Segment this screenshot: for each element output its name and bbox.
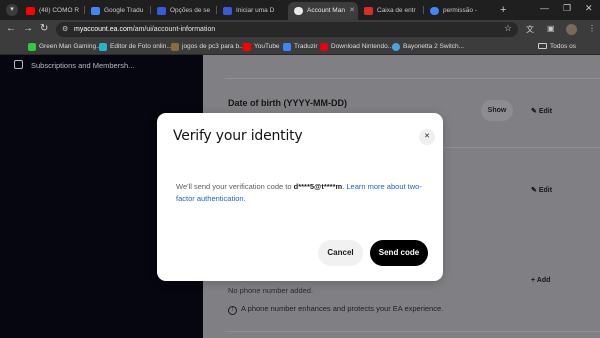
no-phone-text: No phone number added. [228, 286, 314, 295]
bookmark-nintendo[interactable]: Download Nintendo... [320, 39, 393, 54]
extensions-icon[interactable]: ▣ [547, 24, 555, 33]
photo-editor-icon [99, 43, 107, 51]
show-dob-button[interactable]: Show [481, 100, 513, 121]
green-man-gaming-icon [28, 43, 36, 51]
tab-title: Iniciar uma D [236, 7, 275, 14]
verify-identity-dialog: Verify your identity ✕ We'll send your v… [157, 113, 443, 281]
close-icon[interactable]: ✕ [419, 129, 435, 145]
bookmark-pc-games[interactable]: jogos de pc3 para b... [171, 39, 245, 54]
close-tab-icon[interactable]: ✕ [349, 2, 355, 20]
dob-label: Date of birth (YYYY-MM-DD) [228, 98, 347, 108]
tab-start[interactable]: Iniciar uma D [217, 2, 281, 20]
restore-icon[interactable]: ❐ [563, 3, 571, 14]
bookmark-bayonetta[interactable]: Bayonetta 2 Switch... [392, 39, 464, 54]
youtube-icon [243, 43, 251, 51]
tab-title: permissão - [443, 7, 477, 14]
tab-search-icon[interactable]: ▾ [6, 4, 18, 16]
address-bar[interactable]: ⚙ myaccount.ea.com/am/ui/account-informa… [56, 22, 518, 37]
phone-info-text: ! A phone number enhances and protects yo… [228, 304, 443, 315]
site-info-icon[interactable]: ⚙ [62, 25, 68, 33]
menu-icon[interactable]: ⋮ [588, 24, 596, 33]
google-translate-icon [283, 43, 291, 51]
dialog-message: We'll send your verification code to d**… [176, 182, 422, 203]
tab-title: Caixa de entr [377, 7, 416, 14]
tab-title: Account Man [307, 7, 345, 14]
add-phone-button[interactable]: + Add [531, 277, 550, 284]
browser-toolbar: ← → ↻ ⚙ myaccount.ea.com/am/ui/account-i… [0, 20, 600, 39]
divider [225, 78, 600, 79]
google-icon [430, 7, 439, 15]
tab-youtube[interactable]: (48) COMO R [20, 2, 84, 20]
sidebar-item-subscriptions[interactable]: Subscriptions and Membersh... [14, 60, 134, 72]
tab-options[interactable]: Opções de se [151, 2, 215, 20]
tab-google-translate[interactable]: Google Tradu [85, 2, 149, 20]
bookmark-star-icon[interactable]: ☆ [504, 23, 512, 34]
tab-account-manager[interactable]: Account Man ✕ [288, 2, 358, 20]
bookmarks-bar: Green Man Gaming... Editor de Foto onlin… [0, 39, 600, 65]
subscription-icon [14, 60, 23, 69]
bookmark-green-man-gaming[interactable]: Green Man Gaming... [28, 39, 102, 54]
dialog-title: Verify your identity [173, 128, 303, 144]
bookmark-youtube[interactable]: YouTube [243, 39, 280, 54]
tab-title: (48) COMO R [39, 7, 80, 14]
info-icon: ! [228, 306, 237, 315]
masked-email: d****5@t****m [293, 182, 343, 191]
pencil-icon: ✎ [531, 108, 537, 115]
send-code-button[interactable]: Send code [370, 240, 428, 266]
pc-games-icon [171, 43, 179, 51]
ea-icon [157, 7, 166, 15]
google-translate-icon [91, 7, 100, 15]
page-viewport: Subscriptions and Membersh... Date of bi… [0, 55, 600, 338]
cancel-button[interactable]: Cancel [318, 240, 363, 266]
tab-inbox[interactable]: Caixa de entr [358, 2, 422, 20]
close-window-icon[interactable]: ✕ [585, 3, 593, 14]
tab-title: Google Tradu [104, 7, 144, 14]
reload-icon[interactable]: ↻ [40, 23, 48, 35]
forward-icon[interactable]: → [23, 23, 33, 35]
gmail-icon [364, 7, 373, 15]
tab-permission[interactable]: permissão - [424, 2, 488, 20]
bayonetta-icon [392, 43, 400, 51]
bookmark-photo-editor[interactable]: Editor de Foto onlin... [99, 39, 172, 54]
divider [225, 331, 600, 332]
ea-icon [223, 7, 232, 15]
back-icon[interactable]: ← [6, 23, 16, 35]
nintendo-icon [320, 43, 328, 51]
url-text: myaccount.ea.com/am/ui/account-informati… [74, 26, 216, 33]
edit-button[interactable]: ✎ Edit [531, 186, 552, 194]
edit-dob-button[interactable]: ✎ Edit [531, 107, 552, 115]
bookmark-translate[interactable]: Traduzir [283, 39, 318, 54]
new-tab-button[interactable]: + [500, 2, 506, 18]
youtube-icon [26, 7, 35, 15]
pencil-icon: ✎ [531, 187, 537, 194]
folder-icon [538, 43, 547, 49]
profile-avatar[interactable] [566, 24, 577, 35]
ea-icon [294, 7, 303, 15]
tab-title: Opções de se [170, 7, 211, 14]
plus-icon: + [531, 277, 536, 284]
tab-bar: ▾ (48) COMO R Google Tradu Opções de se … [0, 0, 600, 20]
translate-icon[interactable]: 文 [526, 24, 534, 35]
minimize-icon[interactable]: — [540, 3, 549, 13]
